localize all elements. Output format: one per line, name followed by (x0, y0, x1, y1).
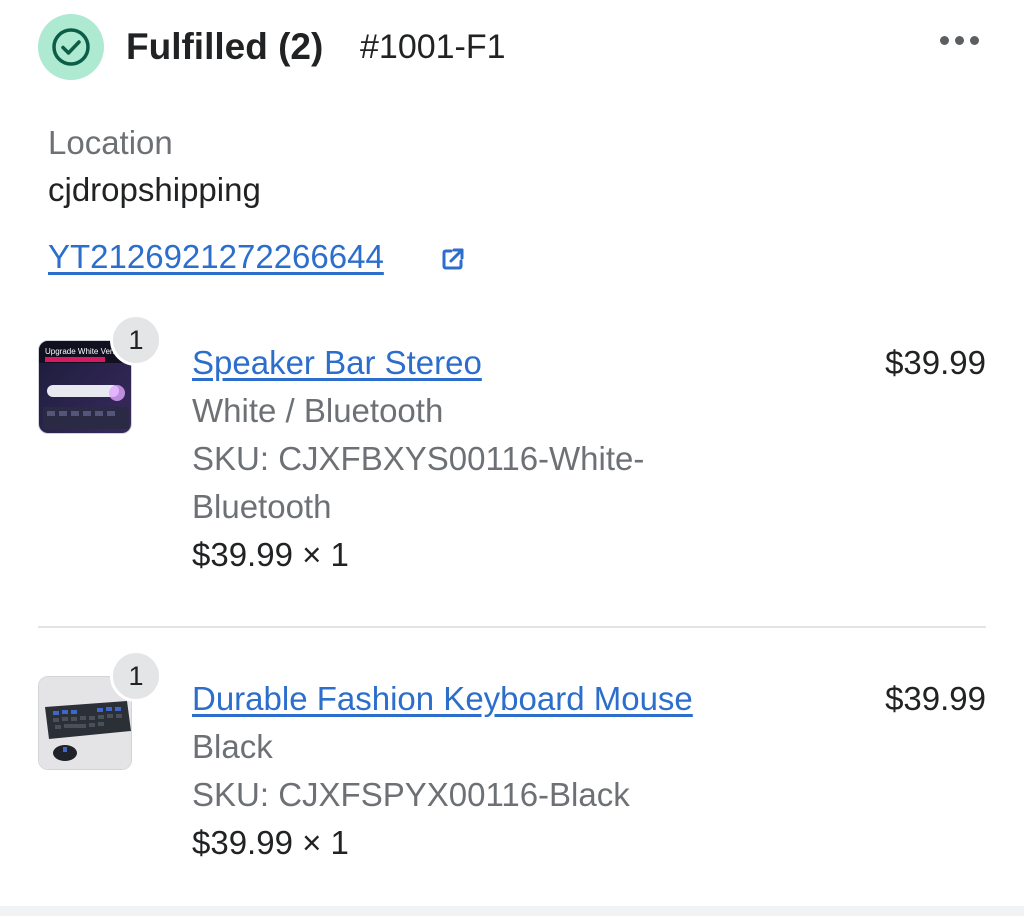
product-sku: SKU: CJXFBXYS00116-White- (192, 440, 645, 477)
product-sku: SKU: CJXFSPYX00116-Black (192, 776, 630, 813)
check-circle-icon (38, 14, 104, 80)
fulfillment-header: Fulfilled (2) #1001-F1 (38, 14, 986, 80)
quantity-badge: 1 (110, 314, 162, 366)
product-sku-continued: Bluetooth (192, 488, 332, 525)
product-variant: White / Bluetooth (192, 392, 444, 429)
fulfillment-title: Fulfilled (2) (126, 26, 324, 67)
item-divider (38, 626, 986, 628)
product-variant: Black (192, 728, 273, 765)
more-actions-icon[interactable] (940, 32, 980, 52)
order-number: #1001-F1 (360, 28, 506, 66)
location-value: cjdropshipping (48, 171, 261, 208)
tracking-link[interactable]: YT2126921272266644 (48, 238, 384, 276)
external-link-icon[interactable] (440, 246, 466, 272)
line-item: 1 Durable Fashion Keyboard Mouse Black S… (38, 650, 986, 866)
product-name-link[interactable]: Speaker Bar Stereo (192, 344, 482, 382)
line-total: $39.99 (885, 344, 986, 381)
product-name-link[interactable]: Durable Fashion Keyboard Mouse (192, 680, 693, 718)
unit-price-quantity: $39.99 × 1 (192, 824, 349, 861)
card-bottom-edge (0, 906, 1024, 916)
line-total: $39.99 (885, 680, 986, 717)
quantity-badge: 1 (110, 650, 162, 702)
svg-text:Upgrade White Vers: Upgrade White Vers (45, 347, 117, 356)
location-label: Location (48, 124, 173, 161)
line-item: Upgrade White Vers 1 Speaker Bar Stereo … (38, 314, 986, 590)
unit-price-quantity: $39.99 × 1 (192, 536, 349, 573)
